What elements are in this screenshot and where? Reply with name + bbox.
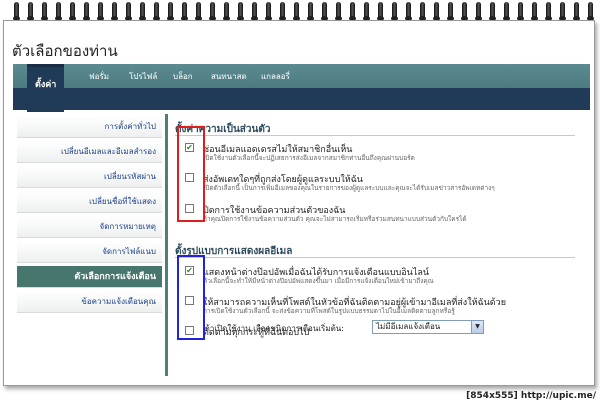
highlight-box-red [177,126,205,222]
binding-ring [251,2,258,21]
sidebar-item-notification-options[interactable]: ตัวเลือกการแจ้งเตือน [17,266,162,288]
option-description: ถ้าคุณปิดการใช้งานข้อความส่วนตัว คุณจะไม… [203,215,467,223]
option-description: การเปิดใช้งานตัวเลือกนี้ จะส่งข้อความที่… [203,307,455,315]
tab-live-chat[interactable]: สนทนาสด [211,70,247,83]
binding-ring [209,2,216,21]
binding-ring [531,2,538,21]
sidebar-item-general[interactable]: การตั้งค่าทั่วไป [17,116,162,138]
binding-ring [223,2,230,21]
tab-blog[interactable]: บล็อก [173,70,193,83]
binding-ring [503,2,510,21]
binding-ring [335,2,342,21]
option-description: เปิดตัวเลือกนี้ เป็นการเพิ่มอีเมลของคุณใ… [203,184,495,192]
binding-ring [41,2,48,21]
binding-ring [545,2,552,21]
binding-ring [55,2,62,21]
binding-ring [419,2,426,21]
binding-ring [237,2,244,21]
select-value: ไม่มีอีเมลแจ้งเตือน [376,322,441,331]
image-size-caption: [854x555] http://upic.me/ [466,391,596,401]
binding-ring [461,2,468,21]
binding-ring [153,2,160,21]
binding-ring [517,2,524,21]
binding-ring [475,2,482,21]
binding-ring [265,2,272,21]
binding-ring [69,2,76,21]
binding-ring [125,2,132,21]
sidebar-item-notify-messages[interactable]: ข้อความแจ้งเตือนคุณ [17,291,162,313]
binding-ring [377,2,384,21]
tab-profile[interactable]: โปรไฟล์ [129,70,157,83]
binding-ring [405,2,412,21]
binding-ring [293,2,300,21]
binding-ring [97,2,104,21]
highlight-box-blue [177,255,205,340]
chevron-down-icon: ▼ [471,321,483,333]
sidebar-item-change-email[interactable]: เปลี่ยนอีเมลและอีเมลสำรอง [17,141,162,163]
sidebar-divider [165,114,168,376]
binding-ring [83,2,90,21]
binding-ring [349,2,356,21]
tab-gallery[interactable]: แกลลอรี่ [261,70,290,83]
binding-ring [573,2,580,21]
binding-ring [195,2,202,21]
binding-ring [27,2,34,21]
option-description: ตัวเลือกนี้จะทำให้มีหน้าต่างป๊อปอัพแสดงข… [203,277,434,285]
tab-bar: ตั้งค่า ฟอรั่ม โปรไฟล์ บล็อก สนทนาสด แกล… [13,64,590,112]
binding-ring [447,2,454,21]
binding-ring [587,2,594,21]
binding-ring [307,2,314,21]
binding-ring [111,2,118,21]
binding-ring [489,2,496,21]
sidebar-item-change-password[interactable]: เปลี่ยนรหัสผ่าน [17,166,162,188]
default-notify-label: ถ้าเปิดใช้งาน เลือกชนิดการเตือนเริ่มต้น: [205,324,344,333]
page-title: ตัวเลือกของท่าน [12,42,118,60]
binding-ring [279,2,286,21]
sidebar-item-attachments[interactable]: จัดการไฟล์แนบ [17,241,162,263]
default-notify-select[interactable]: ไม่มีอีเมลแจ้งเตือน ▼ [372,320,484,334]
binding-ring [433,2,440,21]
sidebar-item-change-display-name[interactable]: เปลี่ยนชื่อที่ใช้แสดง [17,191,162,213]
binding-ring [167,2,174,21]
notebook-binding [0,0,600,22]
binding-ring [559,2,566,21]
sidebar: การตั้งค่าทั่วไป เปลี่ยนอีเมลและอีเมลสำร… [17,116,162,316]
section-divider [175,257,575,258]
option-description: เปิดใช้งานตัวเลือกนี้จะปฏิเสธการส่งอีเมล… [203,154,415,162]
tab-settings[interactable]: ตั้งค่า [27,64,65,112]
binding-ring [391,2,398,21]
section-divider [175,135,575,136]
binding-ring [363,2,370,21]
binding-ring [139,2,146,21]
binding-ring [181,2,188,21]
binding-ring [13,2,20,21]
sidebar-item-notes[interactable]: จัดการหมายเหตุ [17,216,162,238]
tab-forum[interactable]: ฟอรั่ม [89,70,109,83]
binding-ring [321,2,328,21]
